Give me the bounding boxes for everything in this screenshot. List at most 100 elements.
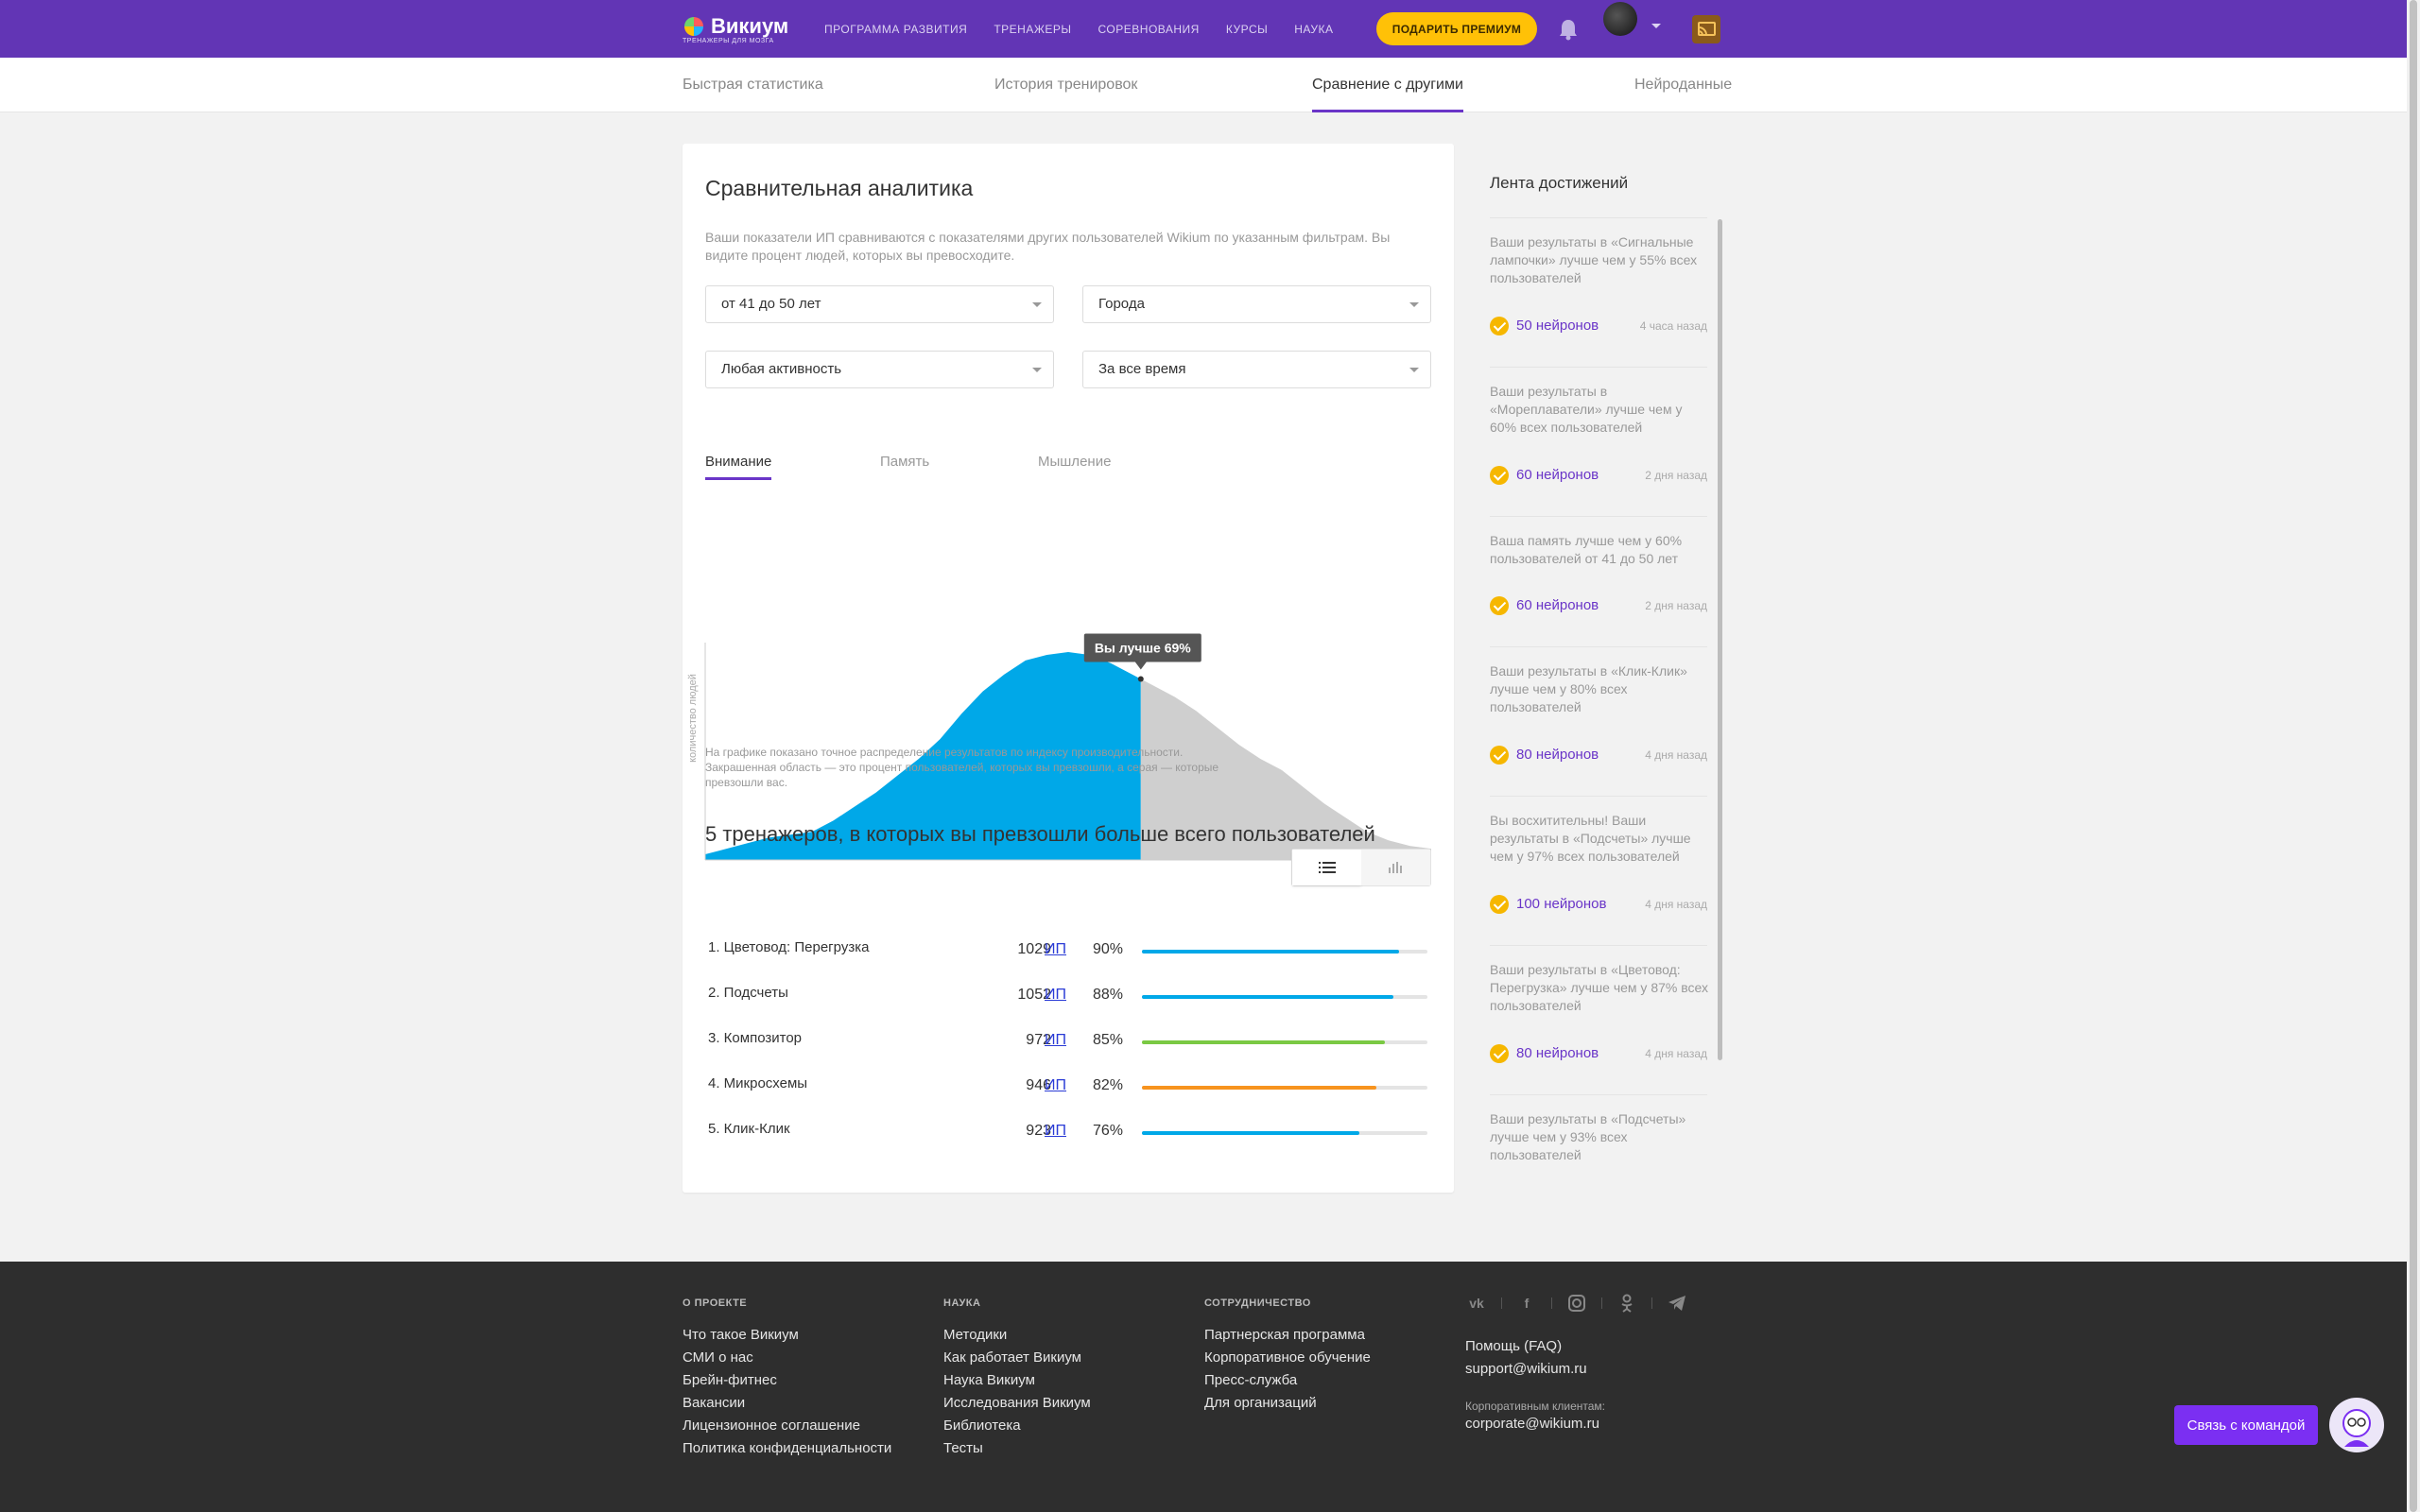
progress-fill [1142, 1131, 1359, 1135]
achievement-neurons: 60 нейронов [1516, 597, 1599, 613]
nav-competitions[interactable]: СОРЕВНОВАНИЯ [1098, 23, 1200, 36]
footer-link[interactable]: Библиотека [943, 1415, 1091, 1437]
bell-icon[interactable] [1558, 18, 1579, 41]
footer-link[interactable]: Наука Викиум [943, 1369, 1091, 1392]
check-badge-icon [1490, 466, 1509, 485]
footer-link[interactable]: Партнерская программа [1204, 1324, 1371, 1347]
subtab-attention[interactable]: Внимание [705, 454, 772, 480]
tab-compare-others[interactable]: Сравнение с другими [1312, 58, 1463, 112]
view-toggle [1291, 849, 1431, 886]
table-row: 1. Цветовод: Перегрузка 1029 ИП 90% [683, 939, 1454, 985]
footer-heading: СОТРУДНИЧЕСТВО [1204, 1297, 1311, 1309]
footer-link[interactable]: Корпоративное обучение [1204, 1347, 1371, 1369]
footer-link[interactable]: Исследования Викиум [943, 1392, 1091, 1415]
list-item: Вы восхитительны! Ваши результаты в «Под… [1490, 796, 1707, 945]
achievement-time: 4 часа назад [1639, 319, 1707, 333]
progress-fill [1142, 995, 1393, 999]
footer-link[interactable]: Вакансии [683, 1392, 891, 1415]
list-item: Ваши результаты в «Цветовод: Перегрузка»… [1490, 945, 1708, 1094]
progress-fill [1142, 1086, 1376, 1090]
avatar[interactable] [1603, 2, 1637, 36]
footer-contacts: Помощь (FAQ) support@wikium.ru Корпорати… [1465, 1335, 1605, 1435]
instagram-icon[interactable] [1565, 1292, 1588, 1314]
top5-title: 5 тренажеров, в которых вы превзошли бол… [705, 822, 1375, 846]
achievements-feed[interactable]: Ваши результаты в «Сигнальные лампочки» … [1490, 217, 1711, 1191]
footer-link[interactable]: Брейн-фитнес [683, 1369, 891, 1392]
trainer-name: 3. Композитор [708, 1030, 803, 1046]
footer-link[interactable]: Пресс-служба [1204, 1369, 1371, 1392]
nav-science[interactable]: НАУКА [1294, 23, 1333, 36]
tab-neurodata[interactable]: Нейроданные [1634, 58, 1732, 112]
footer-link[interactable]: Политика конфиденциальности [683, 1437, 891, 1460]
marker-label: Вы лучше 69% [1095, 641, 1191, 656]
trainer-percent: 76% [1093, 1123, 1124, 1139]
footer-about: О ПРОЕКТЕ Что такое Викиум СМИ о нас Бре… [683, 1297, 891, 1460]
y-axis-label: количество людей [687, 674, 699, 763]
bars-view-button[interactable] [1361, 850, 1430, 885]
ip-link[interactable]: ИП [1045, 1123, 1066, 1140]
age-filter-select[interactable]: от 41 до 50 лет [705, 285, 1054, 323]
city-filter-select[interactable]: Города [1082, 285, 1431, 323]
gift-premium-button[interactable]: ПОДАРИТЬ ПРЕМИУМ [1376, 12, 1537, 45]
achievement-text: Ваши результаты в «Сигнальные лампочки» … [1490, 234, 1698, 285]
progress-track [1142, 1086, 1427, 1090]
progress-track [1142, 995, 1427, 999]
tab-training-history[interactable]: История тренировок [994, 58, 1137, 112]
divider [1551, 1297, 1552, 1309]
mascot-avatar[interactable] [2329, 1398, 2384, 1452]
progress-track [1142, 1040, 1427, 1044]
ip-link[interactable]: ИП [1045, 1077, 1066, 1094]
divider [1601, 1297, 1602, 1309]
table-row: 2. Подсчеты 1052 ИП 88% [683, 985, 1454, 1030]
trainer-name: 5. Клик-Клик [708, 1121, 790, 1137]
scrollbar-thumb[interactable] [2410, 0, 2417, 1512]
logo-mark-icon [684, 17, 703, 36]
page-scrollbar[interactable] [2407, 0, 2420, 1512]
tab-quick-stats[interactable]: Быстрая статистика [683, 58, 823, 112]
footer-link[interactable]: Лицензионное соглашение [683, 1415, 891, 1437]
period-filter-select[interactable]: За все время [1082, 351, 1431, 388]
subtab-thinking[interactable]: Мышление [1038, 454, 1111, 477]
help-link[interactable]: Помощь (FAQ) [1465, 1335, 1605, 1358]
footer-link[interactable]: Как работает Викиум [943, 1347, 1091, 1369]
logo-tagline: ТРЕНАЖЕРЫ ДЛЯ МОЗГА [683, 38, 774, 44]
telegram-icon[interactable] [1666, 1292, 1688, 1314]
odnoklassniki-icon[interactable] [1616, 1292, 1638, 1314]
list-item: Ваши результаты в «Мореплаватели» лучше … [1490, 367, 1707, 516]
chevron-down-icon[interactable] [1651, 21, 1662, 32]
analytics-description: Ваши показатели ИП сравниваются с показа… [705, 230, 1391, 263]
facebook-icon[interactable]: f [1515, 1292, 1538, 1314]
list-view-button[interactable] [1292, 850, 1361, 885]
achievements-scrollbar[interactable] [1718, 219, 1722, 1060]
nav-trainers[interactable]: ТРЕНАЖЕРЫ [994, 23, 1071, 36]
achievement-time: 2 дня назад [1645, 599, 1707, 612]
nav-program[interactable]: ПРОГРАММА РАЗВИТИЯ [824, 23, 967, 36]
footer-link[interactable]: Методики [943, 1324, 1091, 1347]
footer-link[interactable]: Для организаций [1204, 1392, 1371, 1415]
support-email[interactable]: support@wikium.ru [1465, 1358, 1605, 1381]
subtab-memory[interactable]: Память [880, 454, 929, 477]
divider [1501, 1297, 1502, 1309]
nav-courses[interactable]: КУРСЫ [1226, 23, 1268, 36]
corporate-email[interactable]: corporate@wikium.ru [1465, 1413, 1605, 1435]
contact-team-button[interactable]: Связь с командой [2174, 1405, 2318, 1445]
activity-filter-select[interactable]: Любая активность [705, 351, 1054, 388]
achievement-neurons: 100 нейронов [1516, 896, 1607, 912]
vk-icon[interactable]: vk [1465, 1292, 1488, 1314]
ip-link[interactable]: ИП [1045, 941, 1066, 958]
ip-link[interactable]: ИП [1045, 987, 1066, 1004]
user-marker-dot [1137, 676, 1144, 682]
achievement-text: Ваши результаты в «Цветовод: Перегрузка»… [1490, 962, 1708, 1013]
achievement-text: Ваши результаты в «Мореплаватели» лучше … [1490, 384, 1683, 435]
ip-link[interactable]: ИП [1045, 1032, 1066, 1049]
trainer-percent: 90% [1093, 941, 1124, 957]
cast-icon[interactable] [1692, 15, 1720, 43]
footer-heading: О ПРОЕКТЕ [683, 1297, 748, 1309]
achievement-time: 4 дня назад [1645, 898, 1707, 911]
footer-link[interactable]: Что такое Викиум [683, 1324, 891, 1347]
progress-track [1142, 1131, 1427, 1135]
corporate-label: Корпоративным клиентам: [1465, 1400, 1606, 1413]
footer-link[interactable]: СМИ о нас [683, 1347, 891, 1369]
check-badge-icon [1490, 746, 1509, 765]
footer-link[interactable]: Тесты [943, 1437, 1091, 1460]
